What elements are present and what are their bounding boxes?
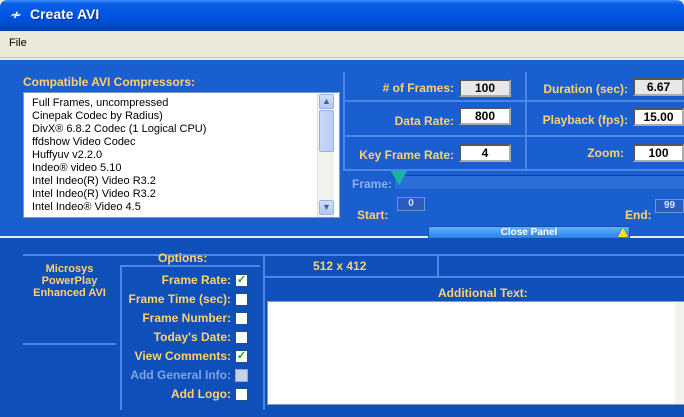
- end-label: End:: [625, 208, 652, 222]
- option-frame-rate-label: Frame Rate:: [161, 273, 231, 287]
- playback-input[interactable]: 15.00: [633, 108, 684, 126]
- divider: [525, 72, 527, 170]
- start-label: Start:: [357, 208, 389, 222]
- divider: [343, 135, 684, 137]
- option-add-logo-label: Add Logo:: [171, 387, 231, 401]
- app-icon: ≁: [10, 7, 22, 22]
- compressor-item[interactable]: Intel Indeo(R) Video R3.2: [32, 188, 156, 200]
- frame-label: Frame:: [352, 177, 393, 191]
- option-todays-date-checkbox[interactable]: [235, 331, 248, 344]
- compressor-item[interactable]: Cinepak Codec by Radius): [32, 110, 163, 122]
- menu-bar: [0, 31, 684, 58]
- key-frame-rate-input[interactable]: 4: [459, 144, 511, 162]
- additional-text-input[interactable]: [267, 301, 684, 405]
- compressor-item[interactable]: DivX® 6.8.2 Codec (1 Logical CPU): [32, 123, 206, 135]
- title-bar[interactable]: [0, 0, 684, 31]
- option-frame-number-checkbox[interactable]: [235, 312, 248, 325]
- option-general-info-checkbox: [235, 369, 248, 382]
- duration-value: 6.67: [633, 78, 684, 96]
- compressor-item[interactable]: Huffyuv v2.2.0: [32, 149, 102, 161]
- option-todays-date-label: Today's Date:: [153, 330, 231, 344]
- key-frame-rate-label: Key Frame Rate:: [359, 148, 454, 162]
- option-frame-number-label: Frame Number:: [142, 311, 231, 325]
- divider: [263, 276, 684, 278]
- divider: [23, 254, 684, 256]
- duration-label: Duration (sec):: [543, 82, 628, 96]
- scroll-thumb[interactable]: [319, 110, 334, 152]
- divider: [343, 72, 345, 170]
- zoom-input[interactable]: 100: [633, 144, 684, 162]
- end-value: 99: [655, 199, 684, 213]
- option-view-comments-label: View Comments:: [134, 349, 231, 363]
- divider: [437, 254, 439, 276]
- collapse-arrow-icon[interactable]: [618, 228, 628, 237]
- num-frames-value: 100: [459, 79, 511, 97]
- option-frame-time-checkbox[interactable]: [235, 293, 248, 306]
- start-value: 0: [397, 197, 425, 211]
- scroll-down-icon[interactable]: ▼: [319, 200, 334, 215]
- compressor-item[interactable]: Full Frames, uncompressed: [32, 97, 168, 109]
- frame-slider-track[interactable]: [395, 175, 684, 189]
- text-scrollbar[interactable]: [675, 302, 684, 404]
- menu-file[interactable]: File: [6, 36, 30, 50]
- scroll-up-icon[interactable]: ▲: [319, 94, 334, 109]
- compressor-scrollbar[interactable]: ▲ ▼: [317, 93, 334, 217]
- compressor-item[interactable]: Intel Indeo(R) Video R3.2: [32, 175, 156, 187]
- data-rate-input[interactable]: 800: [459, 107, 511, 125]
- option-general-info-label: Add General Info:: [130, 368, 231, 382]
- option-view-comments-checkbox[interactable]: ✓: [235, 350, 248, 363]
- compressor-item[interactable]: Indeo® video 5.10: [32, 162, 121, 174]
- divider: [343, 100, 684, 102]
- option-add-logo-checkbox[interactable]: [235, 388, 248, 401]
- num-frames-label: # of Frames:: [382, 81, 454, 95]
- window-title: Create AVI: [30, 6, 100, 22]
- additional-text-label: Additional Text:: [438, 286, 528, 300]
- compressor-item[interactable]: ffdshow Video Codec: [32, 136, 136, 148]
- playback-label: Playback (fps):: [542, 113, 628, 127]
- compressor-item[interactable]: Intel Indeo® Video 4.5: [32, 201, 141, 213]
- compressors-header: Compatible AVI Compressors:: [23, 75, 196, 89]
- compressor-list[interactable]: Full Frames, uncompressed Cinepak Codec …: [23, 92, 340, 218]
- brand-label: Microsys PowerPlay Enhanced AVI: [33, 263, 106, 299]
- option-frame-time-label: Frame Time (sec):: [128, 292, 232, 306]
- zoom-label: Zoom:: [587, 146, 624, 160]
- options-header: Options:: [158, 251, 208, 265]
- divider: [23, 343, 116, 345]
- option-frame-rate-checkbox[interactable]: ✓: [235, 274, 248, 287]
- image-dimensions: 512 x 412: [313, 259, 367, 273]
- frame-slider-thumb[interactable]: [391, 171, 407, 185]
- data-rate-label: Data Rate:: [394, 114, 454, 128]
